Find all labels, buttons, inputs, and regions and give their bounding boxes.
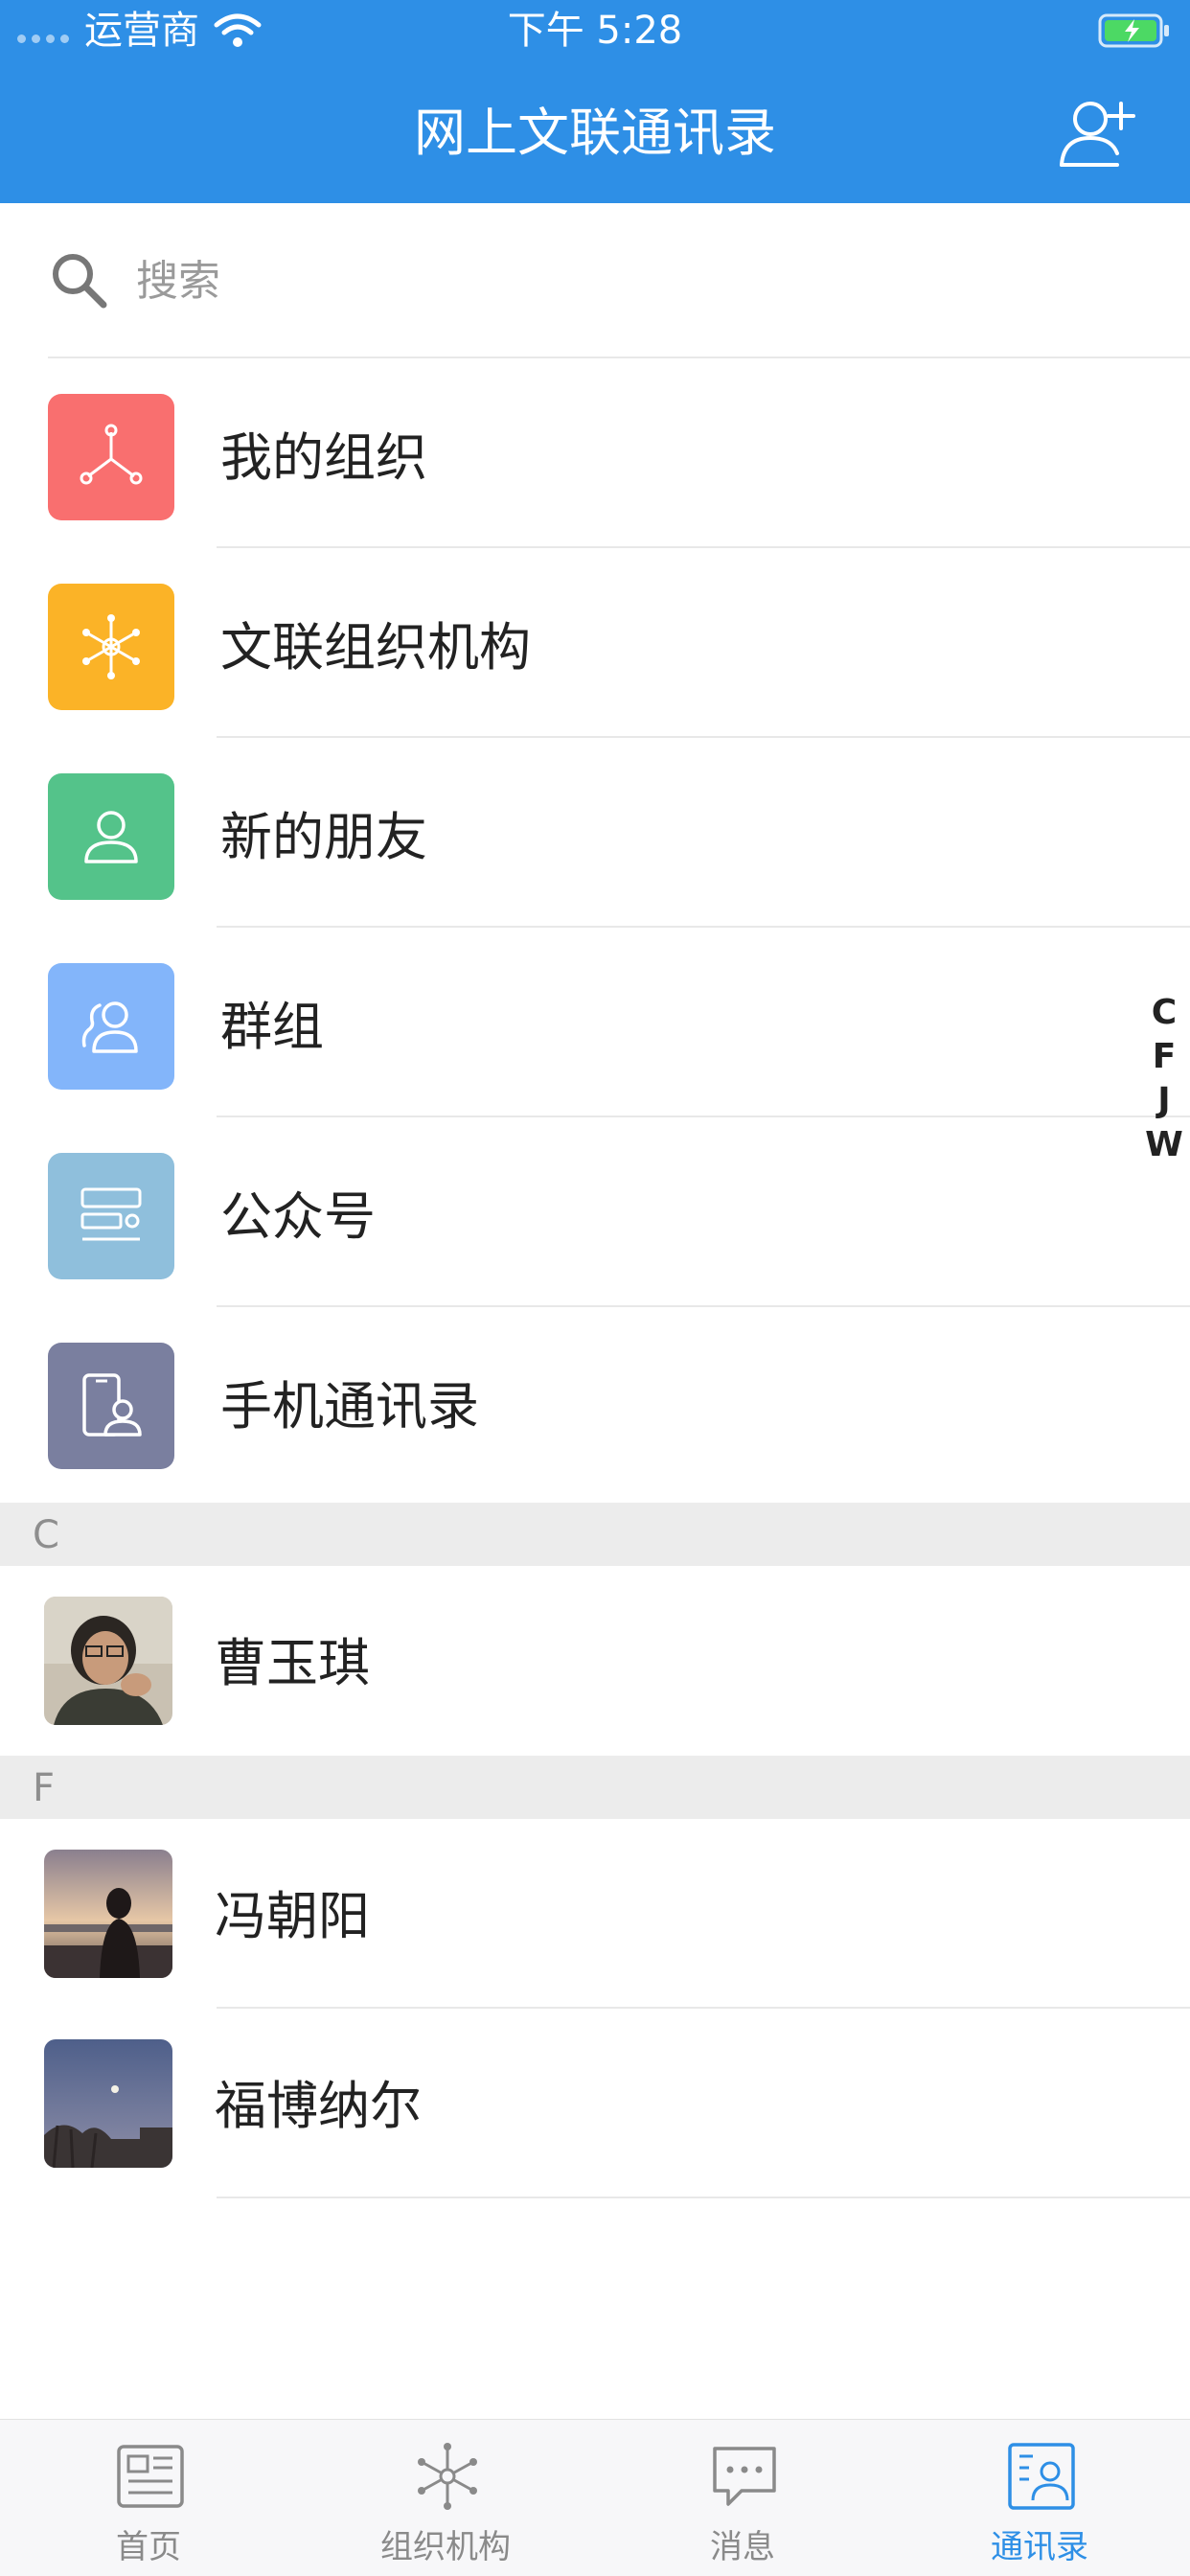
divider [217,2196,1190,2198]
contact-name: 冯朝阳 [215,1886,370,1946]
navigation-header: 运营商 下午 5:28 网上文联通讯录 [0,0,1190,203]
menu-item-label: 群组 [220,997,324,1057]
tab-label: 首页 [116,2528,181,2566]
organization-icon [418,2443,477,2510]
menu-item-official-accounts[interactable]: 公众号 [0,1117,1190,1307]
menu-item-label: 文联组织机构 [220,617,531,678]
menu-item-label: 公众号 [220,1186,376,1247]
menu-item-label: 手机通讯录 [220,1376,479,1437]
menu-item-phone-contacts[interactable]: 手机通讯录 [0,1307,1190,1497]
tab-organization[interactable]: 组织机构 [297,2420,594,2576]
alphabet-index-bar[interactable]: C F J W [1142,991,1186,1167]
index-letter-f[interactable]: F [1142,1035,1186,1079]
message-icon [713,2447,776,2506]
menu-item-groups[interactable]: 群组 [0,928,1190,1117]
tab-label: 通讯录 [991,2528,1088,2566]
tab-messages[interactable]: 消息 [594,2420,891,2576]
tab-contacts[interactable]: 通讯录 [891,2420,1188,2576]
group-icon [48,963,174,1090]
menu-item-my-organization[interactable]: 我的组织 [0,358,1190,548]
section-letter: C [33,1513,59,1557]
menu-item-new-friends[interactable]: 新的朋友 [0,738,1190,928]
avatar [44,1597,172,1725]
contact-row[interactable]: 曹玉琪 [0,1566,1190,1756]
home-news-icon [117,2445,184,2508]
tab-home[interactable]: 首页 [0,2420,297,2576]
section-header-c: C [0,1503,1190,1566]
contact-name: 福博纳尔 [215,2076,422,2136]
menu-item-federation-organizations[interactable]: 文联组织机构 [0,548,1190,738]
network-icon [48,584,174,710]
battery-charging-icon [1098,13,1169,48]
menu-item-label: 我的组织 [220,427,427,488]
add-friend-icon[interactable] [1054,96,1140,172]
tab-label: 消息 [710,2528,775,2566]
menu-item-label: 新的朋友 [220,807,427,867]
tab-label: 组织机构 [380,2528,511,2566]
person-icon [48,773,174,900]
tab-bar: 首页 组织机构 消息 通讯录 [0,2419,1190,2576]
status-bar: 运营商 下午 5:28 [0,0,1190,59]
status-time: 下午 5:28 [507,9,683,53]
avatar [44,2039,172,2168]
page-title: 网上文联通讯录 [414,103,776,163]
index-letter-c[interactable]: C [1142,991,1186,1035]
contact-name: 曹玉琪 [215,1633,370,1693]
section-letter: F [33,1766,56,1810]
search-input[interactable]: 搜索 [136,257,220,307]
search-bar[interactable]: 搜索 [0,203,1190,358]
search-icon [53,254,107,309]
section-header-f: F [0,1756,1190,1819]
contacts-icon [1008,2443,1075,2510]
official-account-icon [48,1153,174,1279]
index-letter-w[interactable]: W [1142,1123,1186,1167]
organization-tree-icon [48,394,174,520]
avatar [44,1850,172,1978]
contact-row[interactable]: 冯朝阳 [0,1819,1190,2009]
index-letter-j[interactable]: J [1142,1079,1186,1123]
contact-row[interactable]: 福博纳尔 [0,2009,1190,2198]
phone-contacts-icon [48,1343,174,1469]
